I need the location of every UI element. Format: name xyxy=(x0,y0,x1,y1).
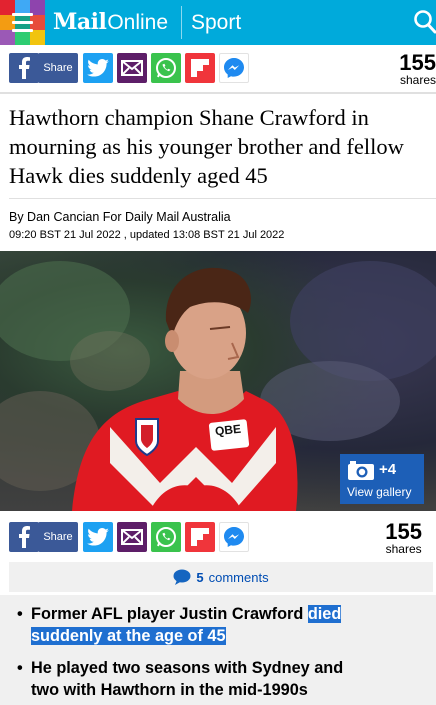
section-title[interactable]: Sport xyxy=(191,11,241,35)
summary-bullet: • Former AFL player Justin Crawford died… xyxy=(14,603,424,647)
share-bar-top: Share 155 shares xyxy=(0,45,436,87)
twitter-button[interactable] xyxy=(83,522,113,552)
twitter-button[interactable] xyxy=(83,53,113,83)
summary-bullet: • He played two seasons with Sydney and t… xyxy=(14,657,424,701)
divider xyxy=(0,92,436,94)
speech-bubble-icon xyxy=(173,569,191,585)
flipboard-icon xyxy=(191,59,209,77)
bullet-dot: • xyxy=(17,659,23,677)
article-summary-bullets: • Former AFL player Justin Crawford died… xyxy=(0,595,436,705)
top-navigation-bar: Mail Online Sport xyxy=(0,0,436,45)
article-dateline: 09:20 BST 21 Jul 2022 , updated 13:08 BS… xyxy=(9,229,285,241)
comments-label: comments xyxy=(208,569,269,585)
bullet-text: He played two seasons with Sydney and two… xyxy=(31,657,424,701)
share-count: 155 shares xyxy=(399,50,436,87)
menu-tile-cell xyxy=(0,30,15,45)
facebook-button[interactable] xyxy=(9,522,39,552)
whatsapp-icon xyxy=(156,58,176,78)
share-count-label: shares xyxy=(399,73,436,87)
logo-online-text: Online xyxy=(107,11,169,34)
menu-tile-cell xyxy=(30,30,45,45)
bullet-dot: • xyxy=(17,605,23,623)
share-bar-bottom: Share 155 shares xyxy=(0,514,436,556)
share-count-label: shares xyxy=(385,542,422,556)
highlighted-text: died xyxy=(307,605,342,623)
mailonline-logo[interactable]: Mail Online xyxy=(53,9,168,37)
email-button[interactable] xyxy=(117,53,147,83)
gallery-label: View gallery xyxy=(347,485,412,499)
highlighted-text: suddenly at the age of 45 xyxy=(31,627,226,645)
comments-count: 5 xyxy=(196,569,204,585)
email-icon xyxy=(121,529,143,545)
whatsapp-button[interactable] xyxy=(151,522,181,552)
header-divider xyxy=(181,6,182,39)
whatsapp-button[interactable] xyxy=(151,53,181,83)
flipboard-button[interactable] xyxy=(185,522,215,552)
bullet-text-line: He played two seasons with Sydney and xyxy=(31,659,344,677)
logo-mail-text: Mail xyxy=(53,9,107,35)
menu-button[interactable] xyxy=(0,0,45,45)
email-icon xyxy=(121,60,143,76)
share-count: 155 shares xyxy=(385,519,422,556)
messenger-icon xyxy=(224,58,244,78)
share-count-number: 155 xyxy=(385,519,422,544)
bullet-text-line: two with Hawthorn in the mid-1990s xyxy=(31,681,308,699)
messenger-button[interactable] xyxy=(219,53,249,83)
bullet-text-plain: Former AFL player Justin Crawford xyxy=(31,605,308,623)
hamburger-menu-icon xyxy=(12,13,33,32)
gallery-photo-count: +4 xyxy=(379,461,397,478)
email-button[interactable] xyxy=(117,522,147,552)
view-gallery-button[interactable]: +4 View gallery xyxy=(340,454,424,504)
whatsapp-icon xyxy=(156,527,176,547)
messenger-button[interactable] xyxy=(219,522,249,552)
messenger-icon xyxy=(224,527,244,547)
facebook-icon xyxy=(19,526,30,548)
camera-icon xyxy=(348,461,374,480)
comments-link[interactable]: 5 comments xyxy=(9,562,433,592)
bullet-text: Former AFL player Justin Crawford died su… xyxy=(31,603,424,647)
flipboard-button[interactable] xyxy=(185,53,215,83)
facebook-icon xyxy=(19,57,30,79)
article-byline: By Dan Cancian For Daily Mail Australia xyxy=(9,210,231,224)
facebook-share-button[interactable]: Share xyxy=(38,522,78,552)
twitter-icon xyxy=(87,528,109,546)
twitter-icon xyxy=(87,59,109,77)
share-count-number: 155 xyxy=(399,50,436,75)
divider xyxy=(9,198,436,199)
facebook-share-button[interactable]: Share xyxy=(38,53,78,83)
facebook-button[interactable] xyxy=(9,53,39,83)
flipboard-icon xyxy=(191,528,209,546)
menu-tile-cell xyxy=(15,30,30,45)
search-icon[interactable] xyxy=(413,9,436,35)
jersey-sponsor-text: QBE xyxy=(214,421,242,439)
article-headline: Hawthorn champion Shane Crawford in mour… xyxy=(9,105,404,188)
